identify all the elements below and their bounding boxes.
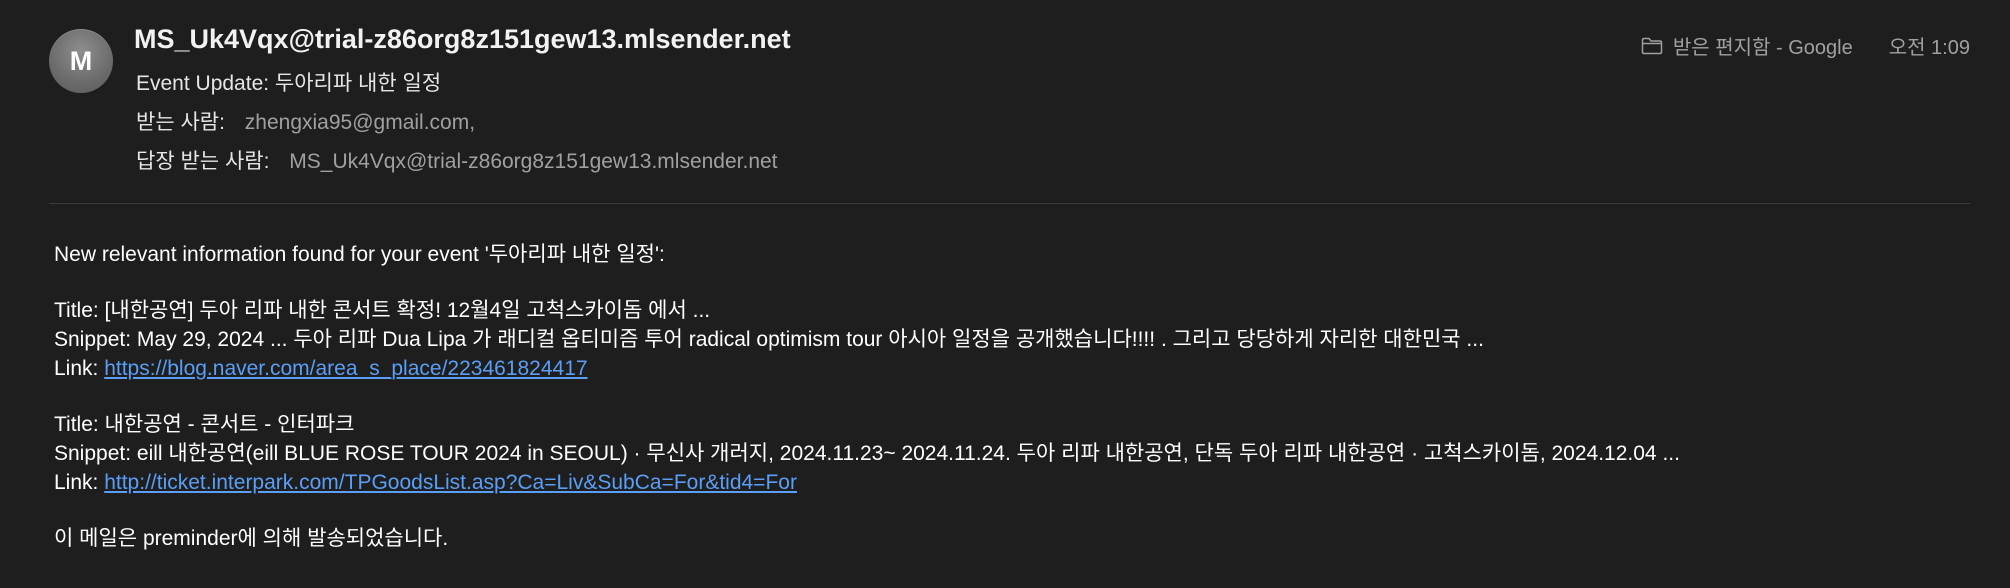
result-link[interactable]: https://blog.naver.com/area_s_place/2234… (104, 357, 587, 380)
result-title: Title: [내한공연] 두아 리파 내한 콘서트 확정! 12월4일 고척스… (54, 299, 711, 322)
header-divider (49, 203, 1970, 204)
result-snippet: Snippet: May 29, 2024 ... 두아 리파 Dua Lipa… (54, 328, 1484, 351)
result-title: Title: 내한공연 - 콘서트 - 인터파크 (54, 413, 355, 436)
result-item: Title: [내한공연] 두아 리파 내한 콘서트 확정! 12월4일 고척스… (54, 296, 1974, 383)
sender-avatar[interactable]: M (49, 29, 113, 93)
sender-address[interactable]: MS_Uk4Vqx@trial-z86org8z151gew13.mlsende… (134, 24, 791, 55)
received-time: 오전 1:09 (1888, 37, 1970, 59)
reply-to-row: 답장 받는 사람: MS_Uk4Vqx@trial-z86org8z151gew… (136, 145, 778, 175)
result-link-line: Link: http://ticket.interpark.com/TPGood… (54, 468, 1974, 497)
result-item: Title: 내한공연 - 콘서트 - 인터파크 Snippet: eill 내… (54, 410, 1974, 497)
to-value[interactable]: zhengxia95@gmail.com, (245, 111, 475, 134)
to-label: 받는 사람: (136, 111, 225, 134)
avatar-initial: M (69, 45, 93, 76)
result-link[interactable]: http://ticket.interpark.com/TPGoodsList.… (104, 471, 797, 494)
footer-text: 이 메일은 preminder에 의해 발송되었습니다. (54, 527, 449, 550)
email-subject: Event Update: 두아리파 내한 일정 (136, 72, 442, 95)
folder-icon (1641, 37, 1663, 54)
link-label: Link: (54, 471, 105, 494)
to-row: 받는 사람: zhengxia95@gmail.com, (136, 106, 475, 136)
mailbox-info: 받은 편지함 - Google 오전 1:09 (1641, 31, 1970, 60)
link-label: Link: (54, 357, 105, 380)
mailbox-folder[interactable]: 받은 편지함 - Google (1673, 31, 1853, 60)
email-body: New relevant information found for your … (54, 240, 1974, 580)
intro-text: New relevant information found for your … (54, 243, 665, 266)
reply-to-value[interactable]: MS_Uk4Vqx@trial-z86org8z151gew13.mlsende… (289, 150, 777, 173)
result-link-line: Link: https://blog.naver.com/area_s_plac… (54, 354, 1974, 383)
result-snippet: Snippet: eill 내한공연(eill BLUE ROSE TOUR 2… (54, 442, 1680, 465)
email-header: M MS_Uk4Vqx@trial-z86org8z151gew13.mlsen… (0, 0, 2010, 205)
reply-to-label: 답장 받는 사람: (136, 150, 270, 173)
